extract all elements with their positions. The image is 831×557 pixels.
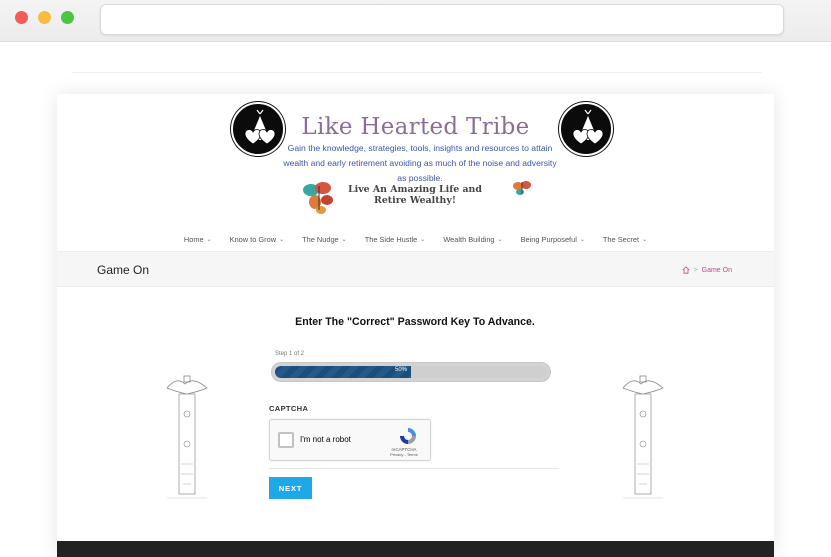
step-label: Step 1 of 2 [275, 351, 305, 357]
minimize-window-button[interactable] [38, 11, 51, 24]
totem-pole-image [166, 375, 208, 499]
nav-item-the-secret[interactable]: The Secret ⌄ [594, 232, 656, 246]
home-icon[interactable] [682, 266, 690, 274]
main-nav: Home ⌄ Know to Grow ⌄ The Nudge ⌄ The Side … [57, 232, 774, 246]
nav-item-label: The Nudge [302, 234, 339, 244]
chevron-down-icon: ⌄ [206, 236, 212, 243]
chevron-down-icon: ⌄ [497, 236, 503, 243]
butterfly-icon [513, 181, 531, 195]
butterfly-icon [303, 182, 333, 214]
slogan: Live An Amazing Life and Retire Wealthy! [348, 184, 482, 206]
recaptcha-logo-icon [400, 428, 416, 444]
chevron-down-icon: ⌄ [420, 236, 426, 243]
nav-item-label: Home [183, 234, 204, 244]
breadcrumb-current[interactable]: Game On [702, 267, 732, 274]
nav-item-the-nudge[interactable]: The Nudge ⌄ [293, 232, 356, 246]
nav-item-label: Being Purposeful [520, 234, 577, 244]
nav-item-home[interactable]: Home ⌄ [175, 232, 221, 246]
form-heading: Enter The "Correct" Password Key To Adva… [295, 316, 535, 328]
recaptcha-privacy-terms-link[interactable]: Privacy - Terms [378, 452, 430, 457]
page-header: Game On > Game On [57, 251, 774, 287]
progress-bar: 50% [271, 362, 551, 382]
progress-fill: 50% [275, 366, 411, 378]
chevron-down-icon: ⌄ [579, 236, 585, 243]
recaptcha-checkbox[interactable] [278, 432, 294, 448]
maximize-window-button[interactable] [61, 11, 74, 24]
browser-chrome [0, 0, 831, 42]
close-window-button[interactable] [15, 11, 28, 24]
site-footer [57, 541, 774, 557]
nav-item-label: The Side Hustle [364, 234, 418, 244]
nav-item-know-to-grow[interactable]: Know to Grow ⌄ [221, 232, 293, 246]
divider [72, 72, 762, 73]
chevron-down-icon: ⌄ [279, 236, 285, 243]
captcha-label: CAPTCHA [269, 404, 309, 413]
breadcrumb-separator: > [693, 266, 698, 274]
totem-pole-image [622, 375, 664, 499]
site-title[interactable]: Like Hearted Tribe [57, 114, 774, 140]
recaptcha-widget: I'm not a robot reCAPTCHA Privacy - Term… [269, 419, 431, 461]
nav-item-being-purposeful[interactable]: Being Purposeful ⌄ [512, 232, 594, 246]
address-bar[interactable] [100, 4, 784, 35]
progress-text: 50% [394, 367, 407, 373]
nav-item-label: Know to Grow [229, 234, 277, 244]
chevron-down-icon: ⌄ [642, 236, 648, 243]
nav-item-label: Wealth Building [443, 234, 495, 244]
recaptcha-label: I'm not a robot [300, 435, 351, 444]
nav-item-wealth-building[interactable]: Wealth Building ⌄ [434, 232, 511, 246]
page-frame: Like Hearted Tribe Gain the knowledge, s… [57, 94, 774, 557]
breadcrumb: > Game On [682, 266, 732, 274]
nav-item-label: The Secret [602, 234, 640, 244]
chevron-down-icon: ⌄ [341, 236, 347, 243]
next-button[interactable]: NEXT [269, 477, 312, 499]
divider [269, 468, 559, 469]
nav-item-the-side-hustle[interactable]: The Side Hustle ⌄ [356, 232, 435, 246]
progress-track: 50% [275, 366, 547, 378]
page-title: Game On [97, 263, 150, 277]
